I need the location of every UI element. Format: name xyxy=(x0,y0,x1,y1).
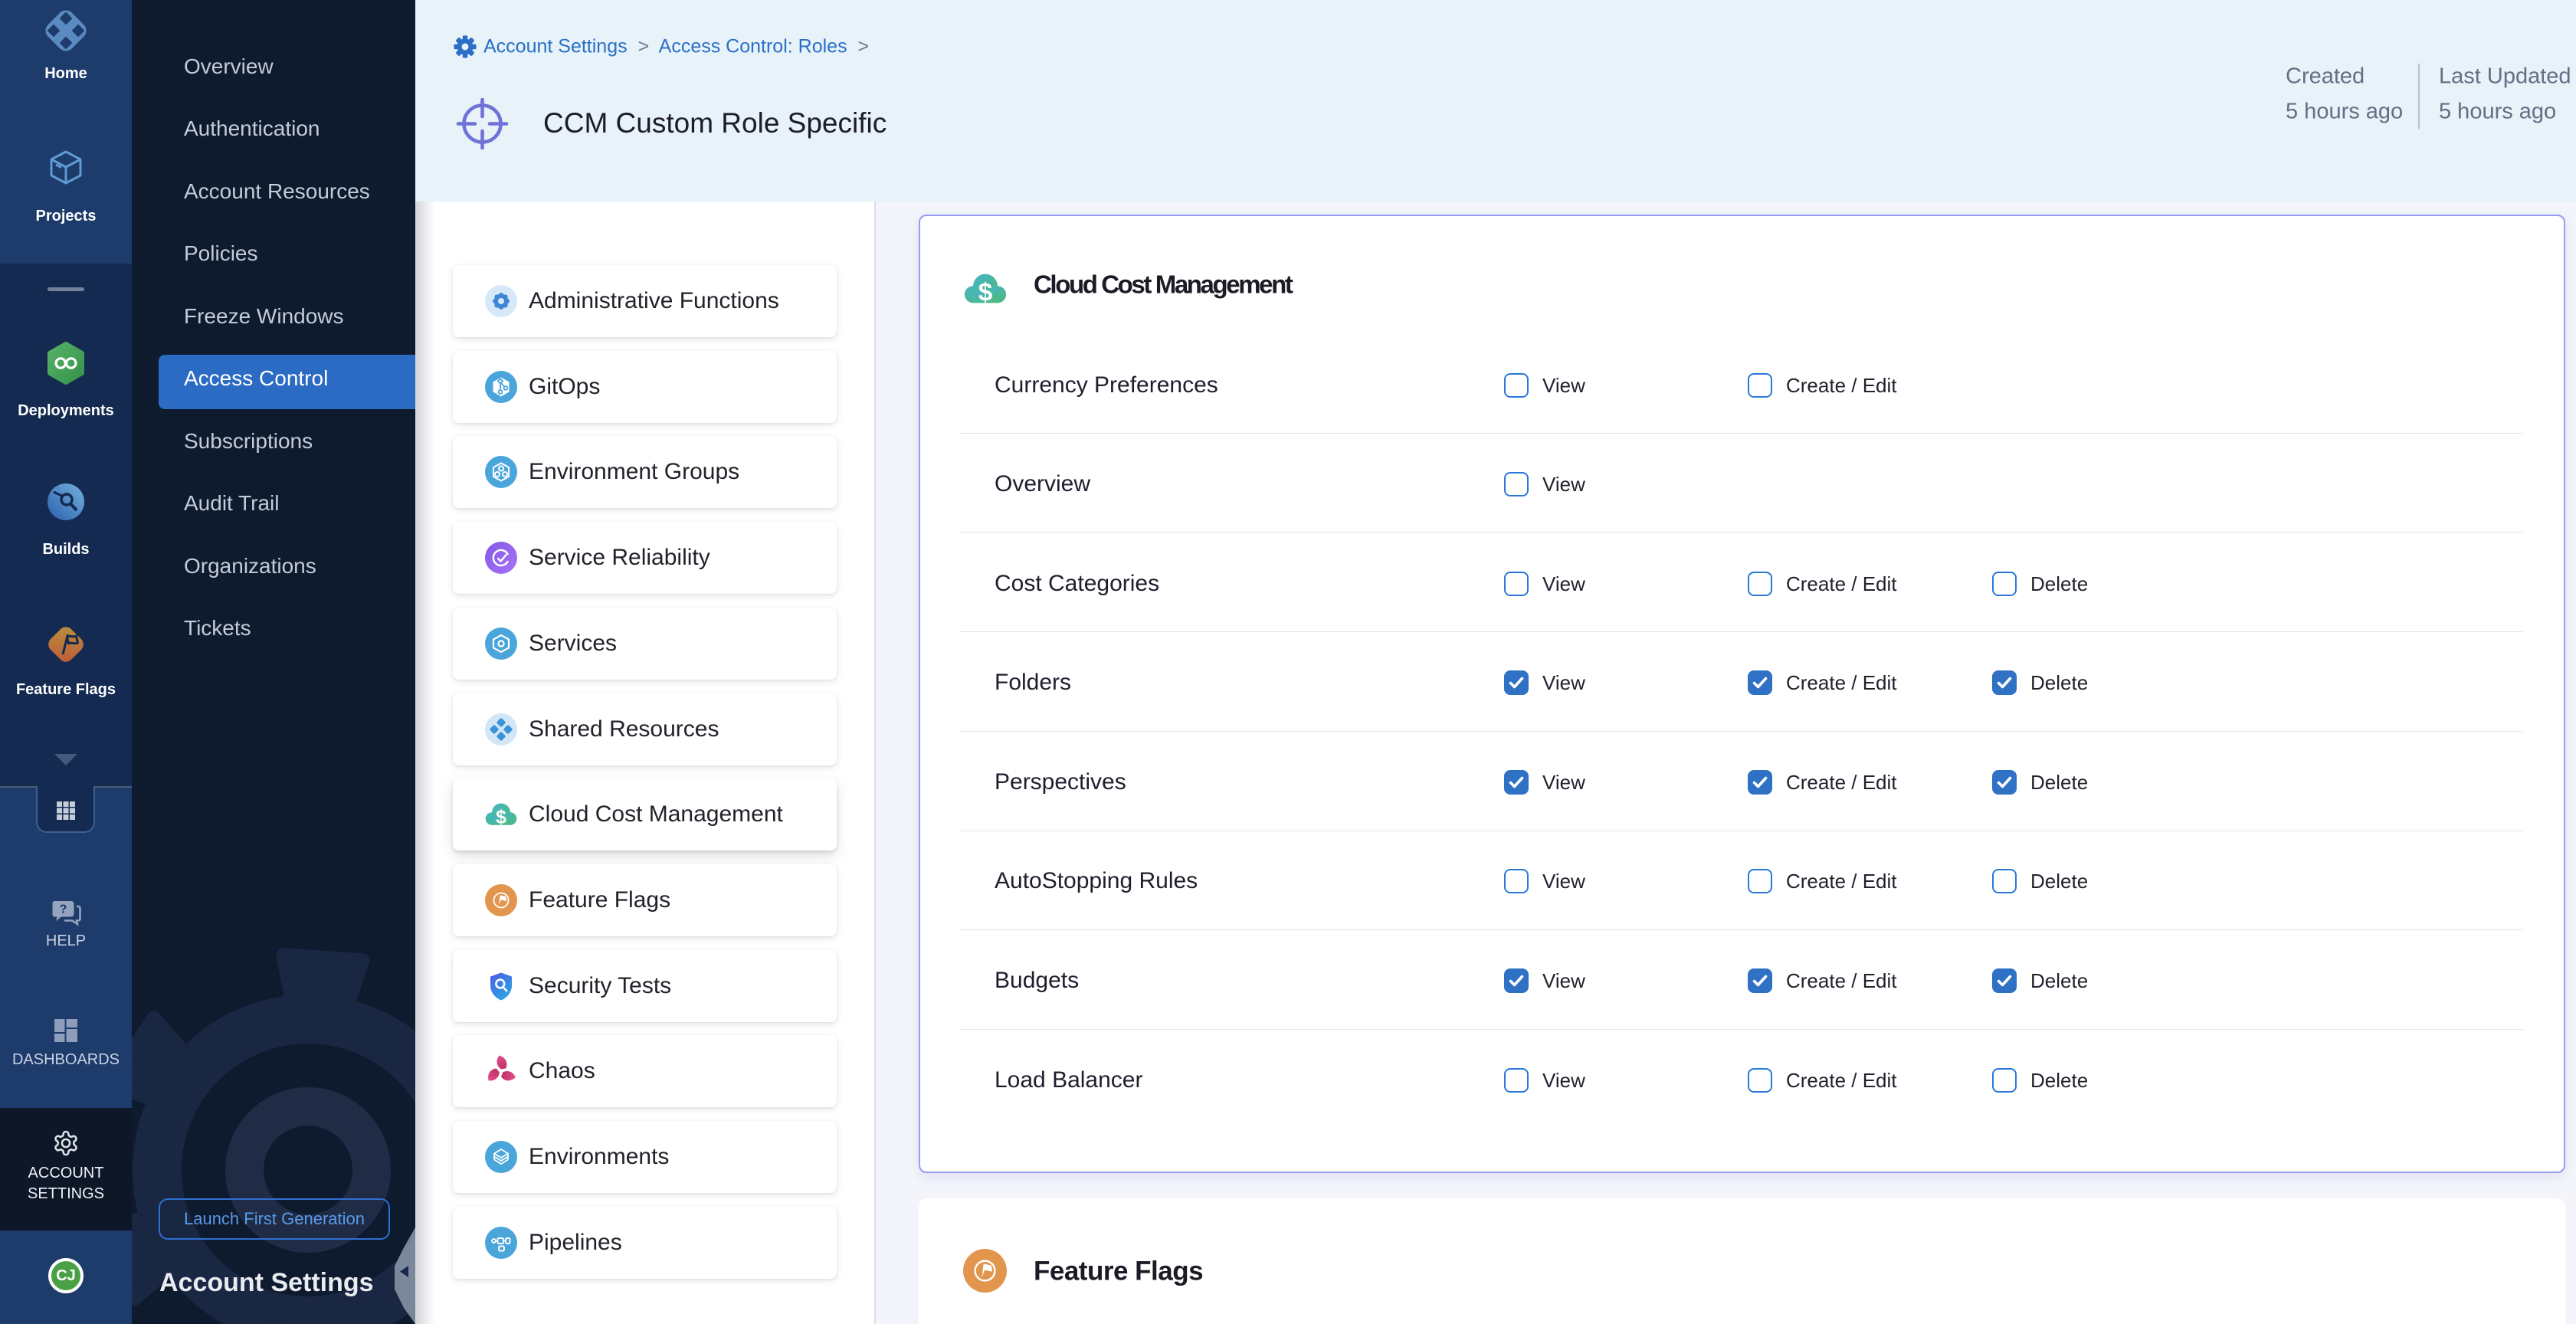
svg-text:?: ? xyxy=(60,903,67,916)
svg-text:$: $ xyxy=(978,278,993,306)
svg-text:$: $ xyxy=(496,807,506,828)
